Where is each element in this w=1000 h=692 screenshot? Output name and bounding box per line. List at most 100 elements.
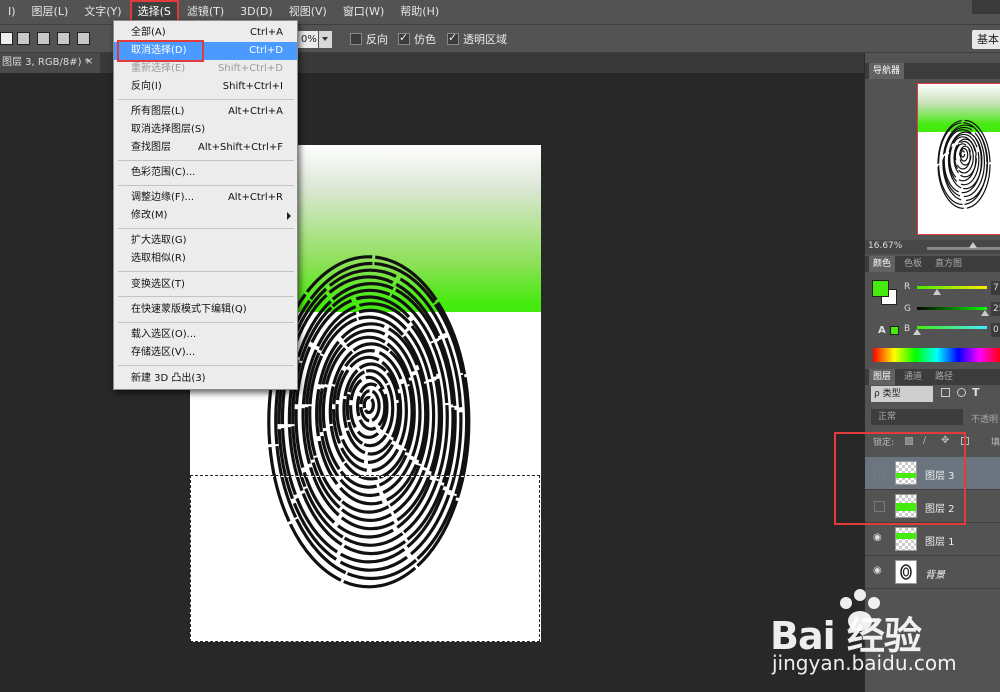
- menu-item-color-range[interactable]: 色彩范围(C)...: [114, 164, 297, 182]
- menu-window[interactable]: 窗口(W): [335, 0, 392, 24]
- layer-thumbnail: [895, 560, 917, 584]
- menu-item-label: 选取相似(R): [131, 253, 186, 264]
- tab-layers[interactable]: 图层: [869, 369, 896, 385]
- menu-item-quick-mask[interactable]: 在快速蒙版模式下编辑(Q): [114, 301, 297, 319]
- highlight-annotation-box: [117, 40, 204, 62]
- close-icon[interactable]: ×: [85, 56, 93, 67]
- eye-icon[interactable]: ◉: [873, 532, 882, 543]
- fingerprint-thumbnail-icon: [900, 564, 912, 580]
- web-safe-swatch[interactable]: [890, 326, 899, 335]
- menu-layer[interactable]: 图层(L): [24, 0, 77, 24]
- layers-annotation-box: [834, 432, 966, 525]
- menu-item-label: 扩大选取(G): [131, 235, 187, 246]
- menu-separator: [118, 322, 294, 323]
- channel-r-slider[interactable]: [917, 286, 987, 289]
- menu-separator: [118, 228, 294, 229]
- new-selection-mode-button[interactable]: [0, 32, 13, 45]
- image-filter-icon[interactable]: [941, 388, 950, 397]
- zoom-level[interactable]: 16.67%: [868, 241, 902, 251]
- tab-paths[interactable]: 路径: [931, 369, 957, 385]
- channel-g-slider[interactable]: [917, 307, 987, 310]
- color-spectrum-bar[interactable]: [873, 348, 1000, 362]
- menu-separator: [118, 160, 294, 161]
- menu-separator: [118, 99, 294, 100]
- menu-item-label: 查找图层: [131, 142, 171, 153]
- intersect-selection-mode-button[interactable]: [57, 32, 70, 45]
- subtract-selection-mode-button[interactable]: [37, 32, 50, 45]
- menu-item-shortcut: Alt+Ctrl+R: [227, 192, 283, 203]
- menu-help[interactable]: 帮助(H): [392, 0, 447, 24]
- foreground-color-swatch[interactable]: [872, 280, 889, 297]
- menu-item-shortcut: Alt+Shift+Ctrl+F: [198, 142, 283, 153]
- zoom-slider[interactable]: [927, 247, 1000, 250]
- marquee-selection: [190, 475, 540, 642]
- menu-item-load-selection[interactable]: 载入选区(O)...: [114, 326, 297, 344]
- layer-filter-dropdown[interactable]: ρ 类型: [871, 386, 933, 402]
- window-minimize-button[interactable]: [972, 0, 1000, 14]
- channel-g-label: G: [904, 304, 911, 314]
- menu-item-shortcut: Ctrl+D: [249, 45, 283, 56]
- warning-icon: A: [878, 325, 886, 336]
- menu-item-modify[interactable]: 修改(M): [114, 207, 297, 225]
- chevron-down-icon: [322, 37, 328, 41]
- menu-item-transform-selection[interactable]: 变换选区(T): [114, 276, 297, 294]
- channel-g-value[interactable]: 25: [991, 302, 1000, 316]
- tab-channels[interactable]: 通道: [900, 369, 926, 385]
- select-menu-dropdown: 全部(A) Ctrl+A 取消选择(D) Ctrl+D 重新选择(E) Shift+C…: [113, 20, 298, 390]
- blend-mode-dropdown[interactable]: 正常: [871, 409, 963, 425]
- workspace-switcher-button[interactable]: 基本: [972, 30, 1000, 49]
- menu-item-similar[interactable]: 选取相似(R): [114, 250, 297, 268]
- channel-g-handle[interactable]: [981, 310, 989, 316]
- menu-separator: [118, 365, 294, 366]
- selection-mode-extra-button[interactable]: [77, 32, 90, 45]
- tab-navigator[interactable]: 导航器: [869, 63, 905, 79]
- menu-item-grow[interactable]: 扩大选取(G): [114, 232, 297, 250]
- menu-item-save-selection[interactable]: 存储选区(V)...: [114, 344, 297, 362]
- menu-item-label: 在快速蒙版模式下编辑(Q): [131, 304, 247, 315]
- menu-item-shortcut: Ctrl+A: [249, 27, 283, 38]
- channel-r-handle[interactable]: [933, 289, 941, 295]
- type-filter-icon[interactable]: T: [972, 386, 980, 399]
- navigator-thumbnail[interactable]: [917, 83, 1000, 235]
- channel-b-handle[interactable]: [913, 329, 921, 335]
- menu-separator: [118, 271, 294, 272]
- eye-icon[interactable]: ◉: [873, 565, 882, 576]
- menu-item-all-layers[interactable]: 所有图层(L) Alt+Ctrl+A: [114, 103, 297, 121]
- fill-label: 填: [991, 438, 1000, 448]
- channel-b-value[interactable]: 0: [991, 323, 1000, 337]
- menu-item-deselect-layers[interactable]: 取消选择图层(S): [114, 121, 297, 139]
- channel-r-value[interactable]: 7: [991, 281, 1000, 295]
- menu-item-label: 修改(M): [131, 210, 168, 221]
- menu-item-new-3d-extrusion[interactable]: 新建 3D 凸出(3): [114, 370, 297, 388]
- layer-row-1[interactable]: ◉ 图层 1: [865, 523, 1000, 556]
- menu-item-label: 调整边缘(F)...: [131, 192, 195, 203]
- menu-item-inverse[interactable]: 反向(I) Shift+Ctrl+I: [114, 78, 297, 96]
- menu-item-find-layers[interactable]: 查找图层 Alt+Shift+Ctrl+F: [114, 139, 297, 157]
- menu-item-label: 色彩范围(C)...: [131, 167, 196, 178]
- transparency-checkbox[interactable]: [447, 31, 459, 45]
- zoom-slider-handle[interactable]: [969, 242, 977, 248]
- channel-b-slider[interactable]: [917, 326, 987, 329]
- dither-checkbox[interactable]: [398, 31, 410, 45]
- menu-item-label: 反向(I): [131, 81, 162, 92]
- channel-r-label: R: [904, 282, 911, 292]
- layer-name[interactable]: 背景: [925, 566, 945, 581]
- tab-color[interactable]: 颜色: [869, 256, 896, 272]
- baidu-jingyan-watermark: Bai 经验 jingyan.baidu.com: [760, 585, 1000, 692]
- add-selection-mode-button[interactable]: [17, 32, 30, 45]
- invert-checkbox[interactable]: [350, 33, 362, 45]
- opacity-label: 不透明: [971, 415, 999, 425]
- tab-histogram[interactable]: 直方图: [931, 256, 966, 272]
- channel-b-label: B: [904, 324, 911, 334]
- menu-item-refine-edge[interactable]: 调整边缘(F)... Alt+Ctrl+R: [114, 189, 297, 207]
- menu-item-shortcut: Alt+Ctrl+A: [228, 106, 283, 117]
- feather-dropdown-button[interactable]: [319, 31, 332, 48]
- layer-thumbnail: [895, 527, 917, 551]
- menu-image[interactable]: I): [0, 0, 24, 24]
- layer-name[interactable]: 图层 1: [925, 533, 955, 548]
- tab-swatches[interactable]: 色板: [900, 256, 926, 272]
- menu-item-label: 新建 3D 凸出(3): [131, 373, 206, 384]
- feather-value-field[interactable]: 0%: [298, 31, 318, 48]
- invert-label: 反向: [366, 33, 388, 46]
- adjustment-filter-icon[interactable]: [957, 388, 966, 397]
